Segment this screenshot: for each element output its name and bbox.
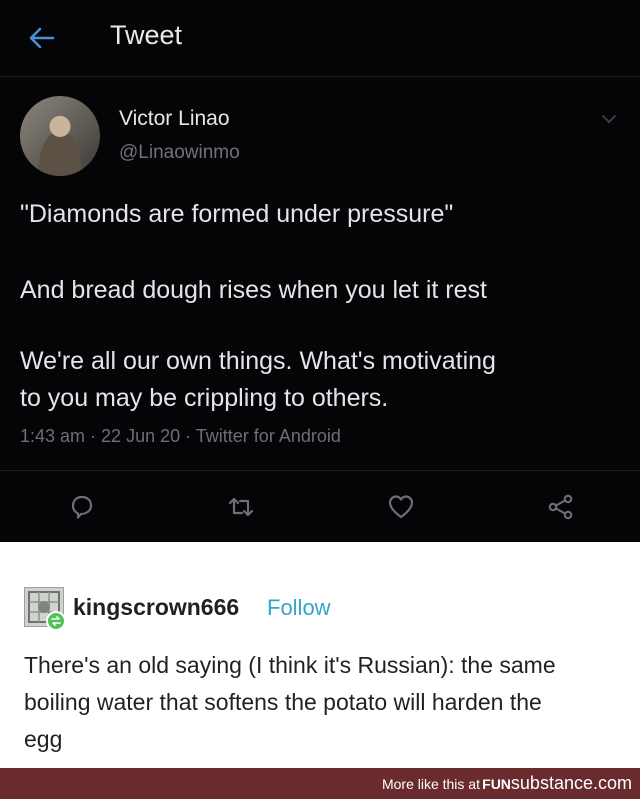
back-button[interactable] (26, 22, 58, 54)
site-logo[interactable]: FUNsubstance.com (482, 773, 632, 794)
author-handle[interactable]: @Linaowinmo (119, 142, 240, 164)
tumblr-text-line: egg (24, 726, 63, 752)
reply-icon[interactable] (67, 492, 97, 522)
chevron-down-icon[interactable] (600, 110, 618, 128)
tweet-panel: Tweet Victor Linao @Linaowinmo "Diamonds… (0, 0, 640, 542)
top-bar: Tweet (0, 0, 640, 77)
reblog-badge-icon (46, 611, 66, 631)
retweet-icon[interactable] (226, 492, 256, 522)
meta-separator: · (180, 426, 196, 446)
logo-part: FUN (482, 776, 511, 792)
share-icon[interactable] (546, 492, 576, 522)
follow-button[interactable]: Follow (267, 595, 331, 621)
more-like-this-link[interactable]: More like this at (382, 776, 480, 792)
meta-separator: · (85, 426, 102, 446)
tumblr-text-line: There's an old saying (I think it's Russ… (24, 652, 556, 678)
author-name[interactable]: Victor Linao (119, 107, 230, 131)
tumblr-username[interactable]: kingscrown666 (73, 594, 239, 621)
arrow-left-icon (29, 27, 55, 49)
tweet-text-line: We're all our own things. What's motivat… (20, 347, 496, 375)
watermark-bar: More like this at FUNsubstance.com (0, 768, 640, 799)
author-avatar[interactable] (20, 96, 100, 176)
like-icon[interactable] (386, 492, 416, 522)
tweet-source-app[interactable]: Twitter for Android (196, 426, 341, 446)
tweet-date: 22 Jun 20 (101, 426, 181, 446)
divider (0, 470, 640, 471)
tweet-text-line: to you may be crippling to others. (20, 384, 389, 412)
logo-part: .com (592, 773, 632, 793)
tweet-text-line: "Diamonds are formed under pressure" (20, 200, 454, 228)
page-title: Tweet (110, 20, 183, 50)
logo-part: substance (510, 773, 593, 793)
tweet-time: 1:43 am (20, 426, 86, 446)
tweet-text-line: And bread dough rises when you let it re… (20, 276, 487, 304)
tweet-meta: 1:43 am · 22 Jun 20 · Twitter for Androi… (20, 426, 341, 447)
tumblr-text-line: boiling water that softens the potato wi… (24, 689, 542, 715)
